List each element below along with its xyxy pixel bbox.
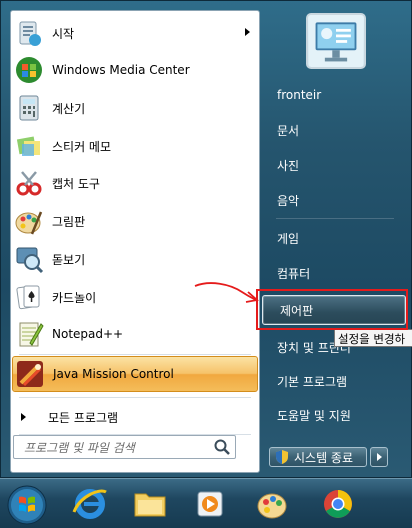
paint-palette-icon[interactable] bbox=[252, 484, 292, 524]
all-programs-label: 모든 프로그램 bbox=[48, 410, 119, 425]
expand-arrow-icon bbox=[21, 413, 26, 421]
shutdown-label: 시스템 종료 bbox=[294, 450, 354, 465]
shutdown-button[interactable]: 시스템 종료 bbox=[269, 447, 367, 467]
program-label: 돋보기 bbox=[52, 252, 86, 267]
all-programs-button[interactable]: 모든 프로그램 bbox=[12, 404, 258, 430]
program-calculator[interactable]: 계산기 bbox=[12, 90, 258, 126]
getting-started-icon bbox=[19, 21, 41, 46]
annotation-highlight-box bbox=[256, 289, 408, 330]
right-link-documents[interactable]: 문서 bbox=[260, 115, 410, 145]
search-input[interactable]: 프로그램 및 파일 검색 bbox=[13, 435, 236, 459]
submenu-arrow-icon[interactable] bbox=[245, 28, 250, 36]
program-label: 캡처 도구 bbox=[52, 176, 100, 191]
program-getting-started[interactable]: 시작 bbox=[12, 15, 258, 51]
java-mission-control-icon bbox=[17, 361, 43, 387]
right-link-label: fronteir bbox=[277, 88, 322, 102]
program-label: 카드놀이 bbox=[52, 290, 97, 305]
program-label: Java Mission Control bbox=[53, 367, 174, 381]
program-sticky-notes[interactable]: 스티커 메모 bbox=[12, 128, 258, 164]
uac-shield-icon bbox=[276, 450, 288, 464]
right-link-computer[interactable]: 컴퓨터 bbox=[260, 258, 410, 288]
search-icon[interactable] bbox=[213, 438, 231, 456]
program-label: 스티커 메모 bbox=[52, 139, 112, 154]
right-link-games[interactable]: 게임 bbox=[260, 223, 410, 253]
program-magnifier[interactable]: 돋보기 bbox=[12, 241, 258, 277]
program-label: Notepad++ bbox=[52, 327, 124, 341]
program-java-mission-control[interactable]: Java Mission Control bbox=[12, 356, 258, 392]
right-link-label: 컴퓨터 bbox=[277, 266, 311, 281]
notepad-plus-icon bbox=[19, 322, 44, 347]
magnifier-icon bbox=[16, 247, 44, 274]
right-link-label: 사진 bbox=[277, 158, 300, 173]
right-link-music[interactable]: 음악 bbox=[260, 185, 410, 215]
program-snipping-tool[interactable]: 캡처 도구 bbox=[12, 165, 258, 201]
program-label: 계산기 bbox=[52, 101, 86, 116]
right-link-label: 게임 bbox=[277, 231, 300, 246]
start-orb[interactable] bbox=[6, 484, 48, 526]
right-link-user[interactable]: fronteir bbox=[260, 80, 410, 110]
file-explorer-icon[interactable] bbox=[130, 484, 170, 524]
start-menu: 시작 Windows Media Center 계산기 스티커 메모 캡처 도구… bbox=[0, 0, 412, 478]
media-center-icon bbox=[16, 57, 42, 83]
shutdown-options-button[interactable] bbox=[370, 447, 388, 467]
right-link-pictures[interactable]: 사진 bbox=[260, 150, 410, 180]
program-label: 그림판 bbox=[52, 214, 86, 229]
separator bbox=[276, 218, 394, 219]
solitaire-icon bbox=[16, 285, 40, 310]
user-picture[interactable] bbox=[306, 13, 366, 69]
search-placeholder: 프로그램 및 파일 검색 bbox=[24, 440, 135, 455]
right-link-label: 문서 bbox=[277, 123, 300, 138]
program-label: Windows Media Center bbox=[52, 63, 190, 77]
internet-explorer-icon[interactable] bbox=[70, 484, 110, 524]
right-link-label: 기본 프로그램 bbox=[277, 374, 348, 389]
separator bbox=[19, 397, 251, 398]
sticky-notes-icon bbox=[16, 136, 40, 156]
paint-icon bbox=[15, 211, 43, 235]
right-link-label: 음악 bbox=[277, 193, 300, 208]
chrome-icon[interactable] bbox=[318, 484, 358, 524]
tooltip: 설정을 변경하 bbox=[334, 329, 412, 347]
calculator-icon bbox=[19, 95, 39, 121]
right-link-default-programs[interactable]: 기본 프로그램 bbox=[260, 366, 410, 396]
program-paint[interactable]: 그림판 bbox=[12, 203, 258, 239]
separator bbox=[19, 354, 251, 355]
snipping-tool-icon bbox=[16, 171, 42, 196]
media-player-icon[interactable] bbox=[190, 484, 230, 524]
program-notepad-plus-plus[interactable]: Notepad++ bbox=[12, 316, 258, 352]
right-link-help-support[interactable]: 도움말 및 지원 bbox=[260, 400, 410, 430]
program-windows-media-center[interactable]: Windows Media Center bbox=[12, 52, 258, 88]
right-link-label: 도움말 및 지원 bbox=[277, 408, 351, 423]
program-label: 시작 bbox=[52, 26, 75, 41]
programs-pane: 시작 Windows Media Center 계산기 스티커 메모 캡처 도구… bbox=[10, 10, 260, 473]
